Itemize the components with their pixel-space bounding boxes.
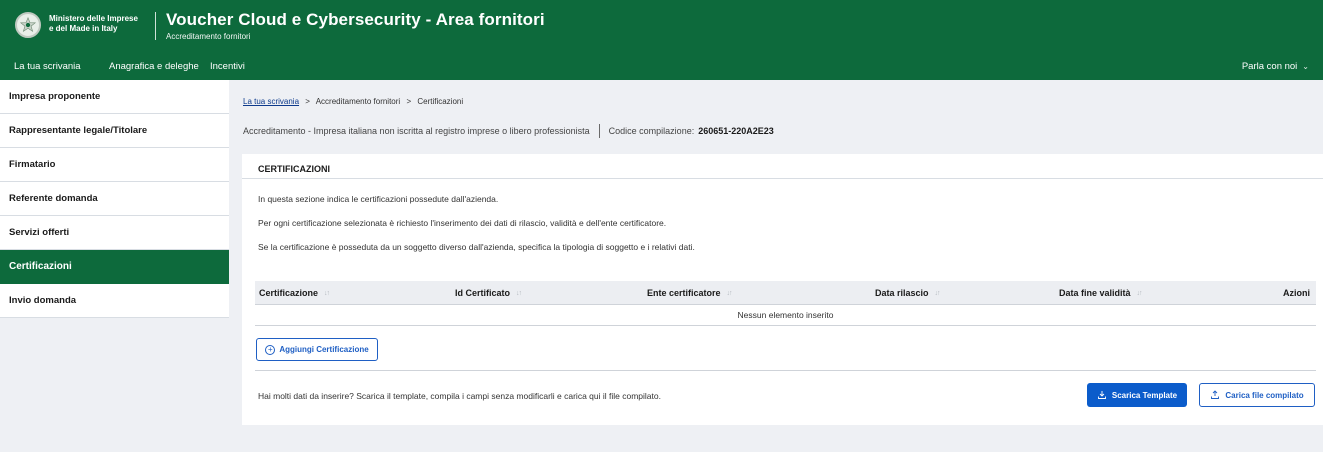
intro-text-1: In questa sezione indica le certificazio… [258, 194, 499, 204]
parla-con-noi-menu[interactable]: Parla con noi ⌄ [1242, 61, 1309, 72]
column-ente-certificatore[interactable]: Ente certificatore ↓↑ [647, 288, 733, 298]
download-template-button[interactable]: Scarica Template [1087, 383, 1187, 407]
application-description: Accreditamento - Impresa italiana non is… [243, 126, 590, 136]
emblem-icon [15, 12, 41, 38]
section-title: CERTIFICAZIONI [258, 164, 330, 174]
intro-text-3: Se la certificazione è posseduta da un s… [258, 242, 695, 252]
upload-file-button[interactable]: Carica file compilato [1199, 383, 1315, 407]
upload-icon [1210, 390, 1220, 400]
main-nav: La tua scrivania Anagrafica e deleghe In… [0, 52, 1323, 80]
intro-text-2: Per ogni certificazione selezionata è ri… [258, 218, 667, 228]
ministry-line-1: Ministero delle Imprese [49, 14, 138, 23]
ministry-name: Ministero delle Imprese e del Made in It… [49, 14, 149, 34]
sort-icon[interactable]: ↓↑ [324, 290, 330, 297]
app-header: Ministero delle Imprese e del Made in It… [0, 0, 1323, 80]
column-azioni: Azioni [1283, 288, 1310, 298]
column-id-certificato[interactable]: Id Certificato ↓↑ [455, 288, 522, 298]
column-label: Data rilascio [875, 288, 929, 298]
column-label: Azioni [1283, 288, 1310, 298]
sidebar-item-certificazioni[interactable]: Certificazioni [0, 250, 229, 284]
code-label: Codice compilazione: [608, 126, 695, 136]
breadcrumb-separator: > [406, 97, 412, 106]
parla-con-noi-label: Parla con noi [1241, 61, 1298, 72]
breadcrumb: La tua scrivania > Accreditamento fornit… [243, 97, 463, 106]
actions-divider [255, 370, 1316, 371]
column-label: Ente certificatore [647, 288, 721, 298]
add-certificazione-button[interactable]: + Aggiungi Certificazione [256, 338, 378, 361]
upload-file-label: Carica file compilato [1225, 390, 1304, 400]
sidebar-item-referente-domanda[interactable]: Referente domanda [0, 182, 229, 216]
nav-item-incentivi[interactable]: Incentivi [210, 61, 245, 72]
sidebar-item-rappresentante-legale[interactable]: Rappresentante legale/Titolare [0, 114, 229, 148]
column-certificazione[interactable]: Certificazione ↓↑ [259, 288, 330, 298]
section-divider [242, 178, 1323, 179]
sidebar-item-servizi-offerti[interactable]: Servizi offerti [0, 216, 229, 250]
sidebar-item-impresa-proponente[interactable]: Impresa proponente [0, 80, 229, 114]
certificazioni-card: CERTIFICAZIONI In questa sezione indica … [242, 154, 1323, 425]
bulk-upload-text: Hai molti dati da inserire? Scarica il t… [258, 391, 661, 401]
code-value: 260651-220A2E23 [698, 126, 774, 136]
header-divider [155, 12, 156, 40]
breadcrumb-home-link[interactable]: La tua scrivania [243, 97, 299, 106]
ministry-line-2: e del Made in Italy [49, 24, 118, 33]
sort-icon[interactable]: ↓↑ [727, 290, 733, 297]
download-icon [1097, 390, 1107, 400]
breadcrumb-level2: Accreditamento fornitori [315, 97, 401, 106]
column-label: Id Certificato [455, 288, 511, 298]
column-data-fine-validita[interactable]: Data fine validità ↓↑ [1059, 288, 1143, 298]
column-label: Data fine validità [1059, 288, 1131, 298]
breadcrumb-current: Certificazioni [417, 97, 464, 106]
sort-icon[interactable]: ↓↑ [516, 290, 522, 297]
chevron-down-icon: ⌄ [1302, 62, 1309, 71]
sidebar: Impresa proponente Rappresentante legale… [0, 80, 229, 318]
app-title: Voucher Cloud e Cybersecurity - Area for… [166, 10, 545, 29]
add-certificazione-label: Aggiungi Certificazione [279, 345, 369, 354]
plus-circle-icon: + [265, 344, 276, 355]
sidebar-item-firmatario[interactable]: Firmatario [0, 148, 229, 182]
sort-icon[interactable]: ↓↑ [1137, 290, 1143, 297]
app-subtitle: Accreditamento fornitori [166, 32, 251, 41]
nav-item-scrivania[interactable]: La tua scrivania [14, 61, 81, 72]
column-label: Certificazione [259, 288, 319, 298]
table-empty-row: Nessun elemento inserito [255, 305, 1316, 326]
breadcrumb-separator: > [305, 97, 310, 106]
nav-item-anagrafica[interactable]: Anagrafica e deleghe [109, 61, 199, 72]
meta-divider [598, 124, 600, 138]
table-header: Certificazione ↓↑ Id Certificato ↓↑ Ente… [255, 281, 1316, 305]
column-data-rilascio[interactable]: Data rilascio ↓↑ [875, 288, 941, 298]
application-meta: Accreditamento - Impresa italiana non is… [243, 124, 774, 138]
sidebar-item-invio-domanda[interactable]: Invio domanda [0, 284, 229, 318]
sort-icon[interactable]: ↓↑ [935, 290, 941, 297]
download-template-label: Scarica Template [1111, 390, 1178, 400]
